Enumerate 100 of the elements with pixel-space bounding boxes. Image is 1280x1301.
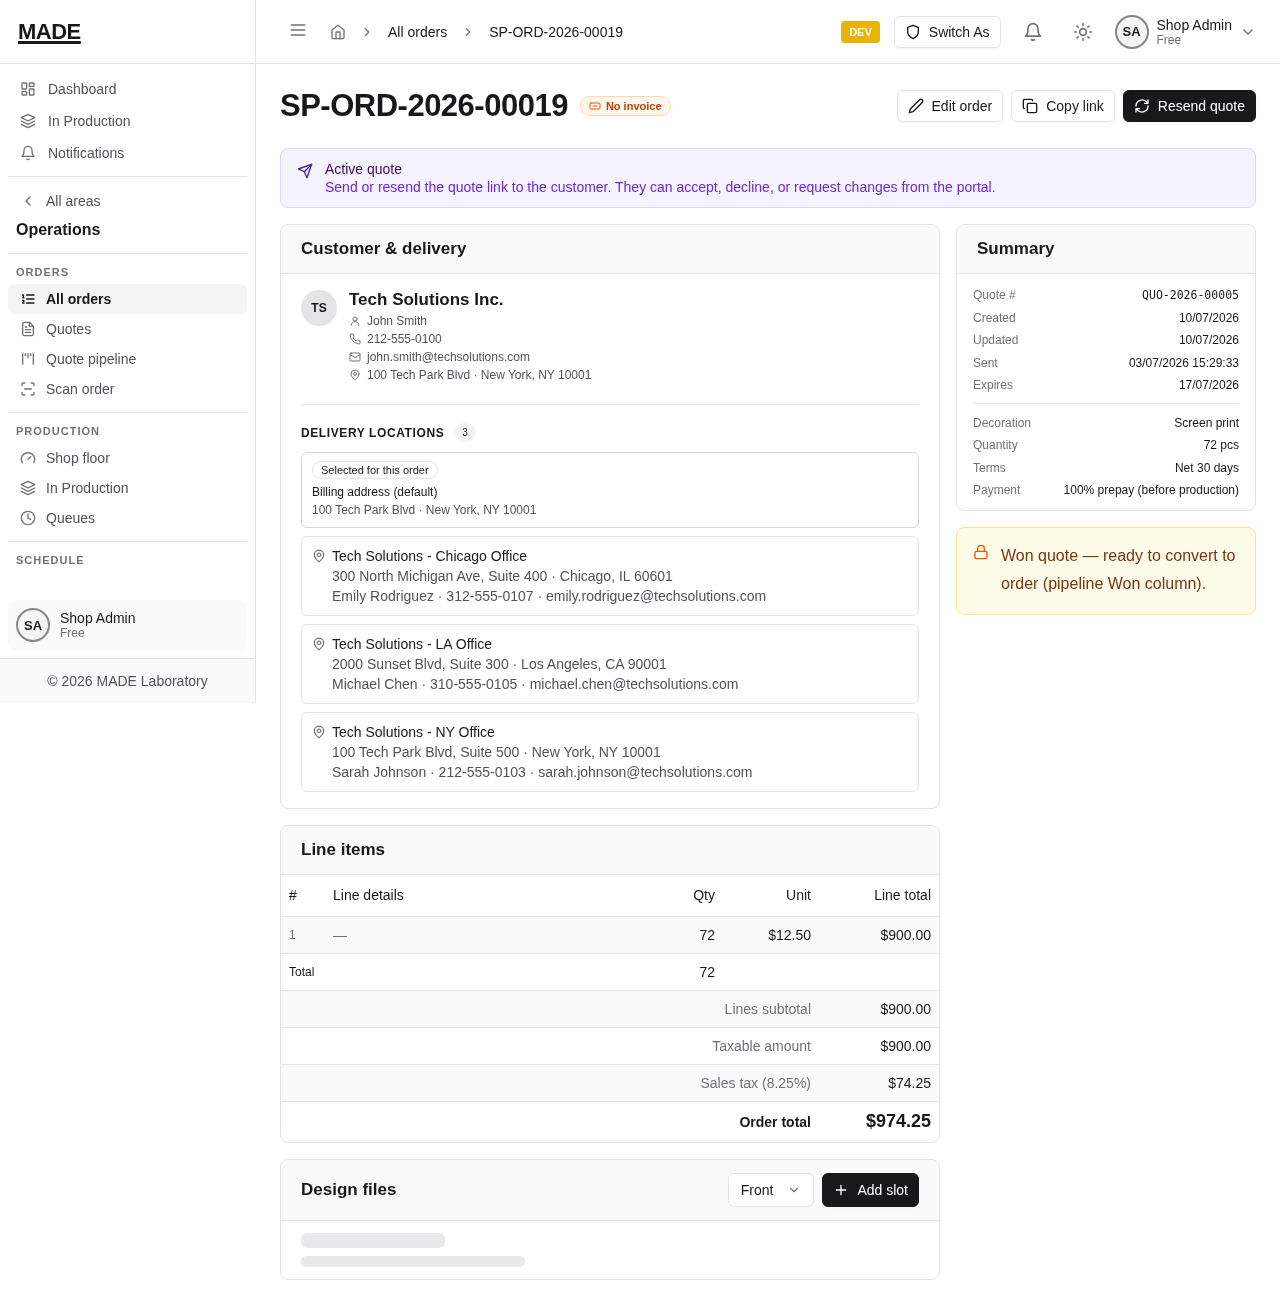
copyright: © 2026 MADE Laboratory bbox=[0, 658, 255, 703]
field-label: Updated bbox=[973, 332, 1019, 349]
user-name: Shop Admin bbox=[60, 610, 136, 626]
status-badge: No invoice bbox=[579, 96, 671, 116]
ticket-icon bbox=[588, 100, 601, 112]
sidebar-item[interactable]: Queues bbox=[8, 503, 247, 533]
copy-icon bbox=[1022, 98, 1039, 114]
user-plan: Free bbox=[1156, 32, 1182, 47]
location-card[interactable]: Tech Solutions - Chicago Office 300 North Michigan Ave, Suite 400 · Chicago, IL 60601 Emily Rodriguez · 312-555-0107 · emily.rodriguez@techsolutions.com bbox=[301, 536, 919, 616]
logo[interactable]: MADE bbox=[18, 18, 81, 45]
avatar[interactable]: SA bbox=[1114, 14, 1149, 49]
field-label: Decoration bbox=[973, 414, 1032, 432]
field-value: 72 pcs bbox=[1203, 437, 1239, 454]
contact-detail: 100 Tech Park Blvd · New York, NY 10001 bbox=[367, 367, 592, 384]
bell-icon bbox=[20, 145, 36, 161]
field-label: Quote # bbox=[973, 287, 1016, 304]
table-cell: 72 bbox=[583, 953, 723, 990]
action-button[interactable]: Edit order bbox=[896, 90, 1004, 122]
contact-detail: John Smith bbox=[367, 313, 428, 330]
sidebar-item[interactable]: Shop floor bbox=[8, 443, 247, 473]
primary-button[interactable]: Resend quote bbox=[1122, 90, 1256, 122]
table-cell: — bbox=[325, 916, 583, 953]
column-header: Line total bbox=[819, 875, 939, 916]
notice-text: Won quote — ready to convert to order (pipeline Won column). bbox=[1001, 545, 1237, 594]
page-title: SP-ORD-2026-00019 bbox=[280, 88, 568, 124]
contact-detail: john.smith@techsolutions.com bbox=[367, 349, 530, 366]
location-card[interactable]: Tech Solutions - LA Office 2000 Sunset Blvd, Suite 300 · Los Angeles, CA 90001 Michael Chen · 310-555-0105 · michael.chen@techsolutions.com bbox=[301, 624, 919, 704]
table-cell: 72 bbox=[583, 916, 723, 953]
field-value: 10/07/2026 bbox=[1178, 309, 1239, 327]
field-value: 100% prepay (before production) bbox=[1063, 482, 1239, 499]
back-link[interactable]: All areas bbox=[0, 177, 255, 213]
location-contact: Sarah Johnson · 212-555-0103 · sarah.johnson@techsolutions.com bbox=[332, 763, 753, 782]
send-icon bbox=[297, 163, 313, 179]
nav-item[interactable]: Notifications bbox=[12, 138, 247, 168]
env-badge: DEV bbox=[841, 20, 880, 43]
table-cell: Taxable amount bbox=[281, 1027, 819, 1064]
sidebar-item[interactable]: All orders bbox=[8, 284, 247, 314]
field-label: Created bbox=[973, 309, 1016, 327]
field-value: 03/07/2026 15:29:33 bbox=[1128, 354, 1239, 372]
table-cell: $12.50 bbox=[723, 916, 819, 953]
location-contact: Emily Rodriguez · 312-555-0107 · emily.rodriguez@techsolutions.com bbox=[332, 587, 767, 606]
switch-as-button[interactable]: Switch As bbox=[893, 15, 1001, 48]
card-title: Summary bbox=[957, 225, 1255, 274]
action-button[interactable]: Copy link bbox=[1011, 90, 1115, 122]
location-name: Tech Solutions - LA Office bbox=[332, 635, 494, 654]
location-card[interactable]: Selected for this order Billing address (default) 100 Tech Park Blvd · New York, NY 10001 bbox=[301, 452, 919, 528]
field-value: Screen print bbox=[1174, 414, 1239, 432]
column-header: Unit bbox=[723, 875, 819, 916]
nav-item[interactable]: Dashboard bbox=[12, 74, 247, 104]
count-badge: 3 bbox=[454, 423, 476, 442]
section-heading: DELIVERY LOCATIONS bbox=[301, 425, 445, 440]
field-value: QUO-2026-00005 bbox=[1142, 287, 1239, 304]
location-card[interactable]: Tech Solutions - NY Office 100 Tech Park Blvd, Suite 500 · New York, NY 10001 Sarah Johnson · 212-555-0103 · sarah.johnson@techsolutions.com bbox=[301, 712, 919, 792]
nav-item[interactable]: In Production bbox=[12, 106, 247, 136]
field-label: Quantity bbox=[973, 437, 1018, 454]
scan-icon bbox=[20, 381, 36, 397]
sidebar-item[interactable]: Scan order bbox=[8, 374, 247, 404]
view-select[interactable]: Front bbox=[727, 1173, 815, 1207]
home-icon bbox=[330, 23, 346, 40]
table-cell: $74.25 bbox=[819, 1064, 939, 1101]
table-cell: Lines subtotal bbox=[281, 990, 819, 1027]
layers-icon bbox=[20, 480, 36, 496]
shield-icon bbox=[904, 23, 921, 40]
dashboard-icon bbox=[20, 81, 36, 97]
section-heading: PRODUCTION bbox=[16, 425, 101, 437]
table-cell: $900.00 bbox=[819, 1027, 939, 1064]
document-icon bbox=[20, 321, 36, 337]
location-address: 300 North Michigan Ave, Suite 400 · Chicago, IL 60601 bbox=[332, 567, 674, 586]
breadcrumb[interactable]: All orders bbox=[388, 23, 448, 40]
contact-detail: 212-555-0100 bbox=[367, 331, 442, 348]
user-plan: Free bbox=[60, 626, 86, 640]
section-heading: ORDERS bbox=[16, 266, 71, 278]
location-name: Billing address (default) bbox=[312, 484, 439, 501]
table-cell: 1 bbox=[281, 916, 325, 953]
table-cell: $900.00 bbox=[819, 990, 939, 1027]
table-cell: $974.25 bbox=[819, 1101, 939, 1142]
add-slot-button[interactable]: Add slot bbox=[822, 1173, 919, 1207]
sidebar-item[interactable]: Quotes bbox=[8, 314, 247, 344]
layers-icon bbox=[20, 113, 36, 129]
column-header: Qty bbox=[583, 875, 723, 916]
banner-title: Active quote bbox=[325, 161, 404, 177]
location-contact: Michael Chen · 310-555-0105 · michael.chen@techsolutions.com bbox=[332, 675, 739, 694]
sidebar-item[interactable]: Quote pipeline bbox=[8, 344, 247, 374]
section-heading: SCHEDULE bbox=[16, 554, 86, 566]
company-name: Tech Solutions Inc. bbox=[349, 290, 505, 310]
column-header: Line details bbox=[325, 875, 583, 916]
bell-icon bbox=[1022, 21, 1043, 42]
field-label: Sent bbox=[973, 354, 998, 372]
avatar: TS bbox=[301, 290, 337, 326]
user-card[interactable]: SA Shop Admin Free bbox=[8, 600, 247, 650]
table-cell: Order total bbox=[281, 1101, 819, 1142]
table-cell: $900.00 bbox=[819, 916, 939, 953]
sidebar-item[interactable]: In Production bbox=[8, 473, 247, 503]
list-icon bbox=[20, 291, 36, 307]
phone-icon bbox=[349, 333, 361, 345]
refresh-icon bbox=[1133, 98, 1150, 114]
field-label: Expires bbox=[973, 377, 1013, 394]
area-title: Operations bbox=[15, 220, 102, 240]
location-address: 100 Tech Park Blvd · New York, NY 10001 bbox=[312, 502, 538, 519]
location-address: 100 Tech Park Blvd, Suite 500 · New York, NY 10001 bbox=[332, 743, 662, 762]
